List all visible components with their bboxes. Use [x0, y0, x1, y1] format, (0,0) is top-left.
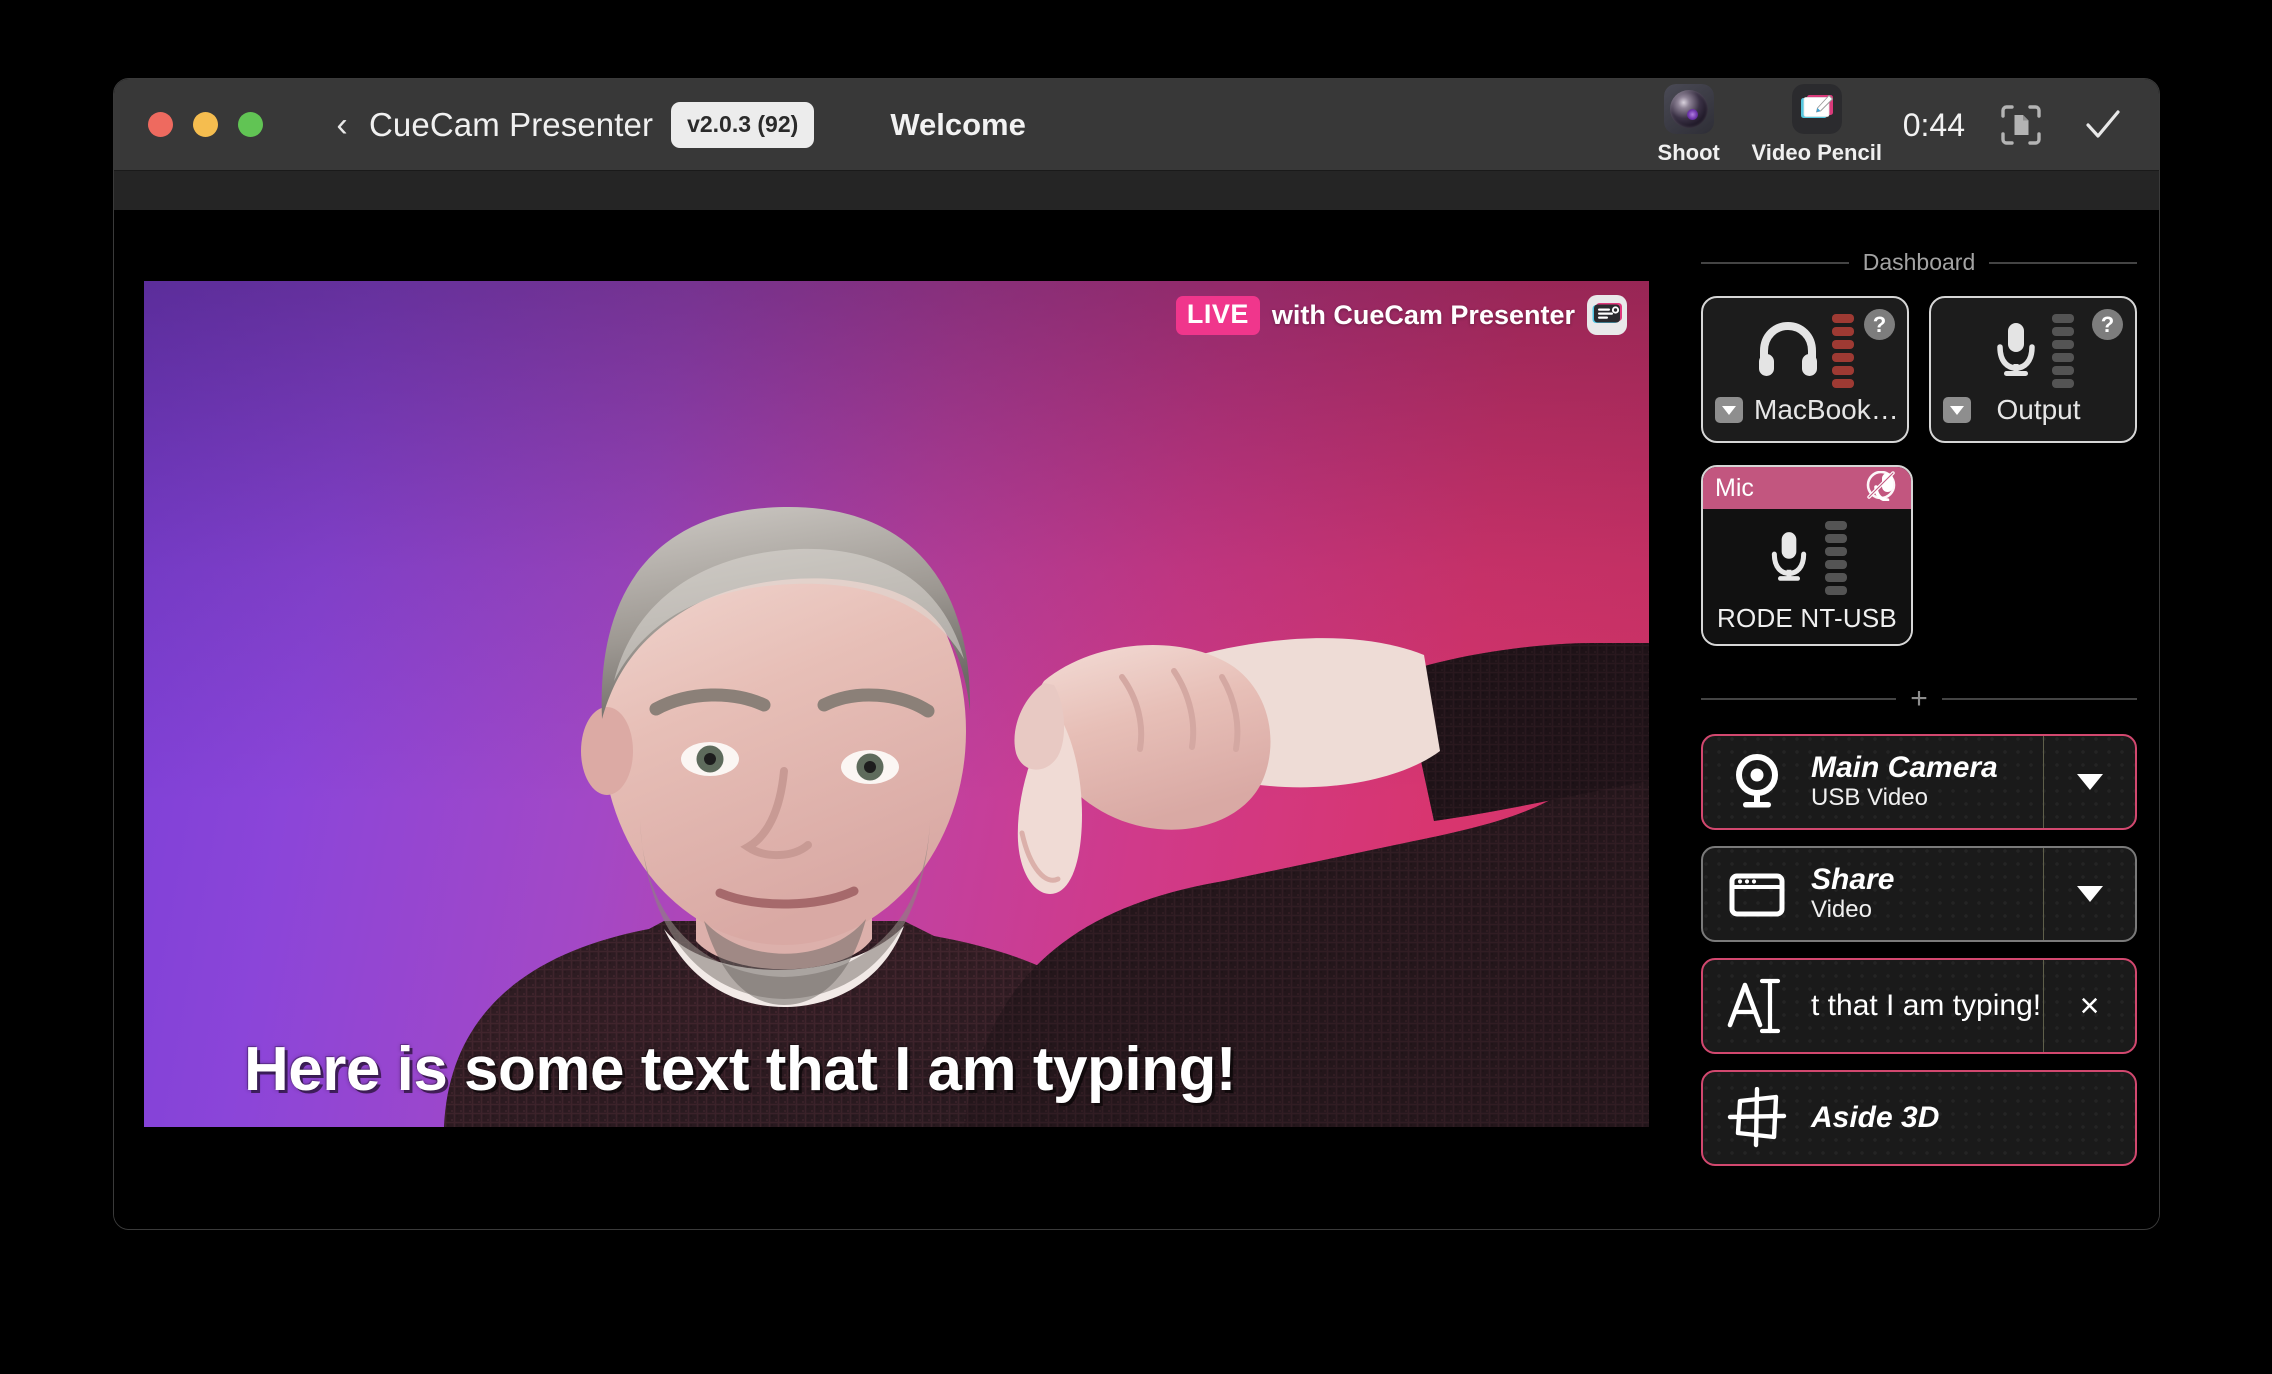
sub-toolbar-strip [114, 171, 2159, 211]
source-title: Main Camera [1811, 750, 1998, 784]
maximize-window-button[interactable] [238, 112, 263, 137]
audio-level-meter [2052, 314, 2074, 388]
source-row-aside-3d[interactable]: Aside 3D [1701, 1070, 2137, 1166]
add-source-divider: + [1701, 684, 2137, 714]
device-card-row: ? MacBook… ? Output [1701, 296, 2137, 443]
recording-timer: 0:44 [1902, 106, 1965, 143]
webcam-icon [1703, 754, 1811, 810]
live-badge: LIVE with CueCam Presenter [1175, 295, 1627, 335]
source-text-group: Share Video [1811, 863, 2043, 925]
app-title: CueCam Presenter [369, 105, 654, 143]
video-caption-text: Here is some text that I am typing! [244, 1035, 1236, 1104]
source-title: Share [1811, 862, 1895, 896]
mic-card-header: Mic [1703, 467, 1911, 509]
screen-share-icon [1703, 870, 1811, 918]
document-title: Welcome [890, 106, 1026, 142]
app-window: ‹ CueCam Presenter v2.0.3 (92) Welcome S… [113, 78, 2160, 1230]
source-remove-button[interactable]: × [2043, 960, 2135, 1052]
help-icon[interactable]: ? [1864, 309, 1895, 340]
live-badge-text: with CueCam Presenter [1271, 299, 1575, 330]
device-card-footer: MacBook… [1703, 394, 1907, 426]
shoot-tool-button[interactable]: Shoot [1625, 84, 1753, 166]
audio-level-meter [1825, 521, 1847, 595]
microphone-icon [1767, 529, 1811, 588]
source-text-group: Main Camera USB Video [1811, 751, 2043, 813]
video-preview[interactable]: LIVE with CueCam Presenter Here is some … [144, 281, 1649, 1127]
window-body: LIVE with CueCam Presenter Here is some … [114, 211, 2159, 1228]
checkmark-icon[interactable] [2077, 99, 2129, 151]
mic-device-name: RODE NT-USB [1717, 603, 1897, 633]
device-dropdown-caret-icon[interactable] [1715, 397, 1743, 423]
dashboard-panel: Dashboard ? MacBook… ? Output Mic RODE N… [1679, 211, 2159, 1228]
video-pencil-icon [1791, 84, 1842, 134]
mic-card[interactable]: Mic RODE NT-USB [1701, 465, 1913, 646]
divider-rule-left [1701, 261, 1849, 264]
version-badge: v2.0.3 (92) [671, 101, 815, 148]
headphones-icon [1756, 321, 1820, 382]
cuecam-app-icon [1587, 295, 1627, 335]
source-typed-text: t that I am typing! [1811, 989, 2042, 1022]
device-card-footer: Output [1931, 394, 2135, 426]
dashboard-section-label: Dashboard [1862, 249, 1976, 275]
source-title: Aside 3D [1811, 1101, 1940, 1134]
source-row-text-overlay[interactable]: t that I am typing! × [1701, 958, 2137, 1054]
text-cursor-icon [1703, 975, 1811, 1037]
presenter-video-figure [444, 506, 1649, 1127]
microphone-icon [1992, 320, 2040, 383]
chevron-down-icon [2076, 886, 2103, 902]
source-subtitle: USB Video [1811, 784, 1928, 812]
aside-3d-icon [1703, 1087, 1811, 1149]
device-name-label: MacBook… [1754, 394, 1895, 425]
video-pencil-tool-label: Video Pencil [1751, 140, 1882, 165]
source-subtitle: Video [1811, 896, 1872, 924]
chevron-down-icon [2076, 774, 2103, 790]
dashboard-section-divider: Dashboard [1701, 249, 2137, 276]
capture-document-icon[interactable] [1995, 99, 2047, 151]
source-text-group: Aside 3D [1811, 1101, 2135, 1135]
device-name-label: Output [1996, 394, 2081, 425]
back-chevron-icon[interactable]: ‹ [331, 108, 353, 142]
close-icon: × [2079, 987, 2100, 1025]
mic-card-body: RODE NT-USB [1703, 509, 1911, 644]
shoot-tool-label: Shoot [1657, 140, 1720, 165]
source-row-share[interactable]: Share Video [1701, 846, 2137, 942]
audio-level-meter [1832, 314, 1854, 388]
source-list: Main Camera USB Video Share Video t that… [1701, 734, 2137, 1166]
mic-muted-slash-icon[interactable] [1865, 470, 1899, 506]
close-window-button[interactable] [148, 112, 173, 137]
source-dropdown-button[interactable] [2043, 736, 2135, 828]
camera-lens-icon [1663, 84, 1714, 134]
divider-rule-left [1701, 698, 1897, 700]
minimize-window-button[interactable] [193, 112, 218, 137]
device-card-output-mic[interactable]: ? Output [1929, 296, 2137, 443]
divider-rule-right [1989, 261, 2137, 264]
live-chip-label: LIVE [1175, 295, 1260, 335]
device-dropdown-caret-icon[interactable] [1943, 397, 1971, 423]
traffic-lights [148, 112, 263, 137]
mic-card-label: Mic [1715, 473, 1754, 502]
source-row-main-camera[interactable]: Main Camera USB Video [1701, 734, 2137, 830]
video-stage: LIVE with CueCam Presenter Here is some … [114, 211, 1679, 1228]
add-source-button[interactable]: + [1910, 684, 1928, 714]
video-pencil-tool-button[interactable]: Video Pencil [1751, 84, 1882, 166]
help-icon[interactable]: ? [2092, 309, 2123, 340]
titlebar-tools: Shoot Video Pencil 0:44 [1625, 79, 2129, 171]
source-text-group: t that I am typing! [1811, 989, 2043, 1023]
titlebar: ‹ CueCam Presenter v2.0.3 (92) Welcome S… [114, 79, 2159, 171]
device-card-output-headphones[interactable]: ? MacBook… [1701, 296, 1909, 443]
divider-rule-right [1941, 698, 2137, 700]
source-dropdown-button[interactable] [2043, 848, 2135, 940]
